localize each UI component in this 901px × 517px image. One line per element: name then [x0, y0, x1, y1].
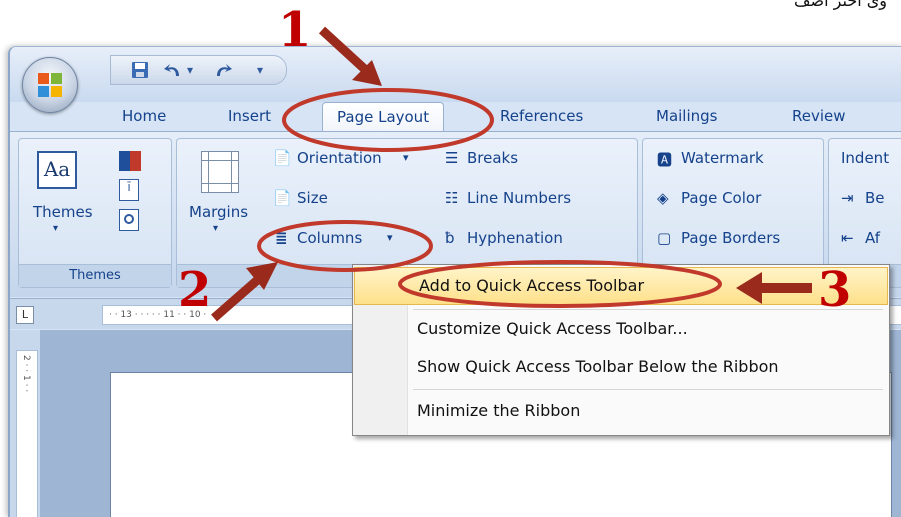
- menu-item-label: Minimize the Ribbon: [417, 401, 581, 420]
- page-color-label[interactable]: Page Color: [681, 189, 761, 207]
- columns-label[interactable]: Columns: [297, 229, 362, 247]
- vertical-ruler-strip: 2 · · 1 · ·: [10, 330, 40, 517]
- office-button[interactable]: [22, 57, 78, 113]
- margins-label[interactable]: Margins: [189, 203, 248, 221]
- step-1-label: 1: [278, 2, 312, 58]
- quick-access-toolbar: ▾ ▾: [110, 55, 287, 85]
- columns-dropdown-icon[interactable]: ▾: [387, 231, 393, 244]
- menu-item-customize-qat[interactable]: Customize Quick Access Toolbar...: [353, 311, 889, 347]
- themes-dropdown-icon[interactable]: ▾: [53, 223, 58, 234]
- menu-item-add-to-qat[interactable]: Add to Quick Access Toolbar: [354, 267, 888, 305]
- menu-item-label: Add to Quick Access Toolbar: [419, 276, 645, 295]
- vertical-ruler[interactable]: 2 · · 1 · ·: [16, 350, 38, 517]
- tab-review[interactable]: Review: [792, 107, 846, 125]
- watermark-icon[interactable]: 🅰: [657, 149, 672, 170]
- orientation-label[interactable]: Orientation: [297, 149, 382, 167]
- columns-icon[interactable]: ≣: [275, 229, 288, 247]
- before-label[interactable]: Be: [865, 189, 885, 207]
- ribbon-tabs: Home Insert Page Layout References Maili…: [10, 99, 901, 136]
- menu-item-label: Customize Quick Access Toolbar...: [417, 319, 688, 338]
- margins-icon[interactable]: [201, 151, 239, 193]
- tab-mailings[interactable]: Mailings: [656, 107, 717, 125]
- indent-left-icon[interactable]: ⇥: [841, 189, 854, 207]
- tab-home[interactable]: Home: [122, 107, 166, 125]
- hyphenation-label[interactable]: Hyphenation: [467, 229, 563, 247]
- themes-icon[interactable]: Aa: [37, 151, 77, 189]
- save-icon[interactable]: [131, 61, 149, 79]
- watermark-label[interactable]: Watermark: [681, 149, 764, 167]
- indent-label: Indent: [841, 149, 890, 167]
- line-numbers-icon[interactable]: ☷: [445, 189, 458, 207]
- size-icon[interactable]: 📄: [273, 189, 292, 207]
- margins-dropdown-icon[interactable]: ▾: [213, 223, 218, 234]
- theme-effects-icon[interactable]: [119, 209, 139, 231]
- tab-selector-icon[interactable]: L: [16, 306, 34, 324]
- themes-group-label: Themes: [19, 264, 171, 287]
- hyphenation-icon[interactable]: ƀ: [445, 229, 455, 247]
- menu-item-show-qat-below[interactable]: Show Quick Access Toolbar Below the Ribb…: [353, 349, 889, 385]
- theme-fonts-icon[interactable]: ī: [119, 179, 139, 201]
- menu-item-minimize-ribbon[interactable]: Minimize the Ribbon: [353, 393, 889, 429]
- size-label[interactable]: Size: [297, 189, 328, 207]
- customize-arrow-icon[interactable]: ▾: [257, 63, 263, 77]
- menu-separator: [413, 389, 883, 390]
- page-borders-icon[interactable]: ▢: [657, 229, 671, 247]
- after-label[interactable]: Af: [865, 229, 880, 247]
- indent-right-icon[interactable]: ⇤: [841, 229, 854, 247]
- line-numbers-label[interactable]: Line Numbers: [467, 189, 571, 207]
- context-menu: Add to Quick Access Toolbar Customize Qu…: [352, 264, 890, 436]
- orientation-dropdown-icon[interactable]: ▾: [403, 151, 409, 164]
- theme-colors-icon[interactable]: [119, 151, 141, 171]
- office-logo-icon: [38, 73, 62, 97]
- themes-label[interactable]: Themes: [33, 203, 93, 221]
- orientation-icon[interactable]: 📄: [273, 149, 292, 167]
- page-borders-label[interactable]: Page Borders: [681, 229, 780, 247]
- tab-insert[interactable]: Insert: [228, 107, 271, 125]
- themes-group: Aa Themes ▾ ī Themes: [18, 138, 172, 288]
- undo-icon[interactable]: [163, 61, 183, 79]
- breaks-icon[interactable]: ☰: [445, 149, 458, 167]
- menu-separator: [413, 309, 883, 310]
- breaks-label[interactable]: Breaks: [467, 149, 518, 167]
- menu-item-label: Show Quick Access Toolbar Below the Ribb…: [417, 357, 779, 376]
- tab-references[interactable]: References: [500, 107, 583, 125]
- undo-dropdown-icon[interactable]: ▾: [187, 63, 193, 77]
- step-3-label: 3: [818, 262, 852, 318]
- redo-icon[interactable]: [213, 61, 233, 79]
- vruler-marks: 2 · · 1 · ·: [21, 355, 31, 393]
- step-2-label: 2: [178, 262, 212, 318]
- caption-text: وی اختر أضف: [793, 0, 887, 10]
- page-color-icon[interactable]: ◈: [657, 189, 669, 207]
